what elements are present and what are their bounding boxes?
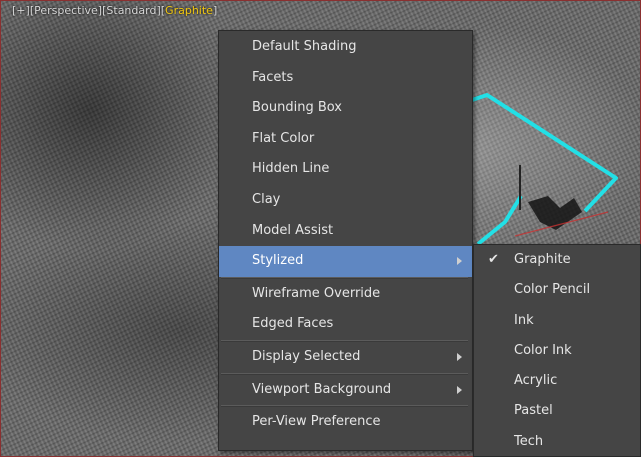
menu-item-label: Viewport Background	[252, 381, 392, 397]
stylized-submenu: ✔ Graphite Color Pencil Ink Color Ink Acrylic…	[473, 244, 641, 457]
menu-item-stylized[interactable]: Stylized	[219, 246, 472, 277]
submenu-item-color-ink[interactable]: Color Ink	[474, 336, 640, 366]
submenu-item-ink[interactable]: Ink	[474, 306, 640, 336]
dark-object	[528, 196, 582, 230]
submenu-arrow-icon	[457, 352, 462, 361]
viewport-menu-plus[interactable]: [+]	[12, 4, 30, 17]
menu-item-label: Flat Color	[252, 130, 315, 146]
menu-item-wireframe-override[interactable]: Wireframe Override	[219, 279, 472, 310]
menu-item-label: Clay	[252, 191, 281, 207]
submenu-item-label: Color Pencil	[514, 282, 591, 298]
submenu-item-graphite[interactable]: ✔ Graphite	[474, 245, 640, 275]
menu-item-facets[interactable]: Facets	[219, 63, 472, 94]
menu-item-label: Per-View Preference	[252, 414, 381, 430]
menu-item-label: Facets	[252, 69, 294, 85]
submenu-item-label: Tech	[514, 433, 544, 449]
menu-item-default-shading[interactable]: Default Shading	[219, 32, 472, 63]
checkmark-icon: ✔	[488, 252, 499, 267]
menu-item-display-selected[interactable]: Display Selected	[219, 342, 472, 373]
menu-item-label: Display Selected	[252, 348, 361, 364]
shading-context-menu: Default Shading Facets Bounding Box Flat Co…	[218, 30, 473, 451]
submenu-arrow-icon	[457, 257, 462, 266]
submenu-item-label: Graphite	[514, 252, 571, 267]
viewport-menu-shading[interactable]: [Graphite]	[161, 4, 217, 17]
submenu-item-label: Pastel	[514, 403, 553, 419]
menu-item-label: Edged Faces	[252, 316, 334, 332]
viewport-menu-standard[interactable]: [Standard]	[102, 4, 161, 17]
menu-item-per-view-preference[interactable]: Per-View Preference	[219, 407, 472, 438]
menu-item-flat-color[interactable]: Flat Color	[219, 124, 472, 155]
menu-item-bounding-box[interactable]: Bounding Box	[219, 93, 472, 124]
selection-wireframe	[471, 93, 618, 213]
menu-item-label: Model Assist	[252, 222, 334, 238]
submenu-item-color-pencil[interactable]: Color Pencil	[474, 275, 640, 305]
submenu-item-pastel[interactable]: Pastel	[474, 396, 640, 426]
menu-item-label: Stylized	[252, 253, 304, 269]
viewport-label-bar: [+][Perspective][Standard][Graphite]	[12, 4, 217, 18]
menu-item-hidden-line[interactable]: Hidden Line	[219, 154, 472, 185]
menu-item-label: Bounding Box	[252, 100, 343, 116]
viewport-menu-perspective[interactable]: [Perspective]	[30, 4, 102, 17]
menu-item-clay[interactable]: Clay	[219, 185, 472, 216]
menu-item-edged-faces[interactable]: Edged Faces	[219, 309, 472, 340]
selection-wireframe-edge	[476, 194, 523, 246]
submenu-item-label: Acrylic	[514, 373, 558, 389]
menu-item-viewport-background[interactable]: Viewport Background	[219, 375, 472, 406]
submenu-item-label: Color Ink	[514, 342, 572, 358]
shading-label-active: Graphite	[165, 4, 213, 17]
submenu-item-tech[interactable]: Tech	[474, 427, 640, 457]
submenu-arrow-icon	[457, 385, 462, 394]
menu-item-label: Hidden Line	[252, 161, 330, 177]
menu-item-label: Default Shading	[252, 39, 357, 54]
submenu-item-acrylic[interactable]: Acrylic	[474, 366, 640, 396]
menu-item-model-assist[interactable]: Model Assist	[219, 216, 472, 247]
shading-bracket-close: ]	[212, 4, 218, 17]
submenu-item-label: Ink	[514, 312, 534, 328]
menu-item-label: Wireframe Override	[252, 285, 381, 301]
